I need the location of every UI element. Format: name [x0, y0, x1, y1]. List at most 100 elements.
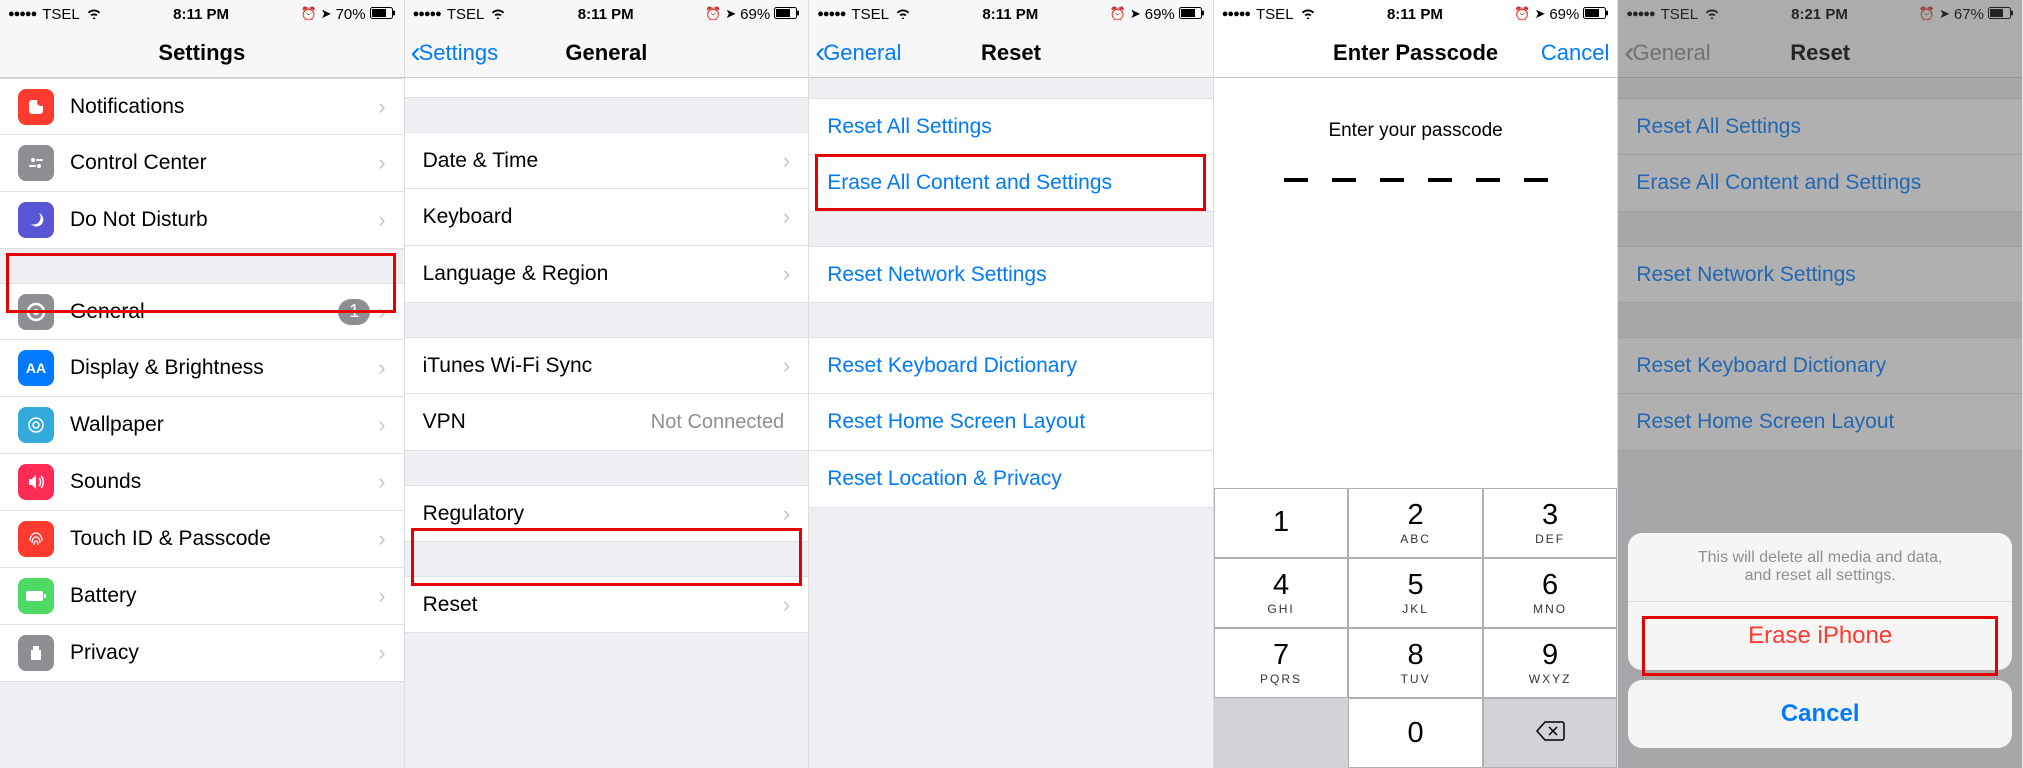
battery-icon — [1583, 6, 1609, 23]
battery-icon — [370, 6, 396, 23]
key-6[interactable]: 6MNO — [1483, 558, 1618, 628]
row-restrictions-partial[interactable] — [405, 78, 809, 98]
row-do-not-disturb[interactable]: Do Not Disturb › — [0, 192, 404, 249]
battery-icon — [774, 6, 800, 23]
row-general[interactable]: General 1 › — [0, 283, 404, 340]
row-reset[interactable]: Reset › — [405, 576, 809, 633]
chevron-right-icon: › — [783, 261, 790, 287]
location-icon: ➤ — [321, 6, 332, 22]
row-label: Erase All Content and Settings — [827, 171, 1195, 195]
row-itunes-wifi-sync[interactable]: iTunes Wi-Fi Sync › — [405, 337, 809, 394]
key-backspace[interactable] — [1483, 698, 1618, 768]
key-4[interactable]: 4GHI — [1214, 558, 1349, 628]
status-bar: ●●●●● TSEL 8:11 PM ⏰ ➤ 70% — [0, 0, 404, 28]
location-icon: ➤ — [725, 6, 736, 22]
location-icon: ➤ — [1130, 6, 1141, 22]
alarm-icon: ⏰ — [1110, 6, 1126, 22]
touchid-icon — [18, 521, 54, 557]
row-label: VPN — [423, 410, 651, 434]
row-language-region[interactable]: Language & Region › — [405, 246, 809, 303]
chevron-right-icon: › — [378, 94, 385, 120]
row-label: Touch ID & Passcode — [70, 527, 378, 551]
erase-iphone-button[interactable]: Erase iPhone — [1628, 602, 2012, 670]
status-time: 8:11 PM — [982, 6, 1038, 23]
screen-settings: ●●●●● TSEL 8:11 PM ⏰ ➤ 70% Settings Noti… — [0, 0, 405, 768]
back-button[interactable]: ‹ Settings — [405, 38, 499, 68]
row-keyboard[interactable]: Keyboard › — [405, 189, 809, 246]
passcode-dashes — [1214, 178, 1618, 182]
battery-label: 69% — [1549, 6, 1579, 23]
key-5[interactable]: 5JKL — [1348, 558, 1483, 628]
wifi-icon — [1300, 6, 1316, 22]
nav-title: Settings — [158, 40, 245, 66]
row-label: Keyboard — [423, 205, 783, 229]
carrier-label: TSEL — [42, 6, 80, 23]
wifi-icon — [86, 6, 102, 22]
row-label: Notifications — [70, 95, 378, 119]
row-regulatory[interactable]: Regulatory › — [405, 485, 809, 542]
badge: 1 — [338, 299, 370, 325]
row-display-brightness[interactable]: AA Display & Brightness › — [0, 340, 404, 397]
key-3[interactable]: 3DEF — [1483, 488, 1618, 558]
row-label: Language & Region — [423, 262, 783, 286]
row-vpn[interactable]: VPN Not Connected — [405, 394, 809, 451]
nav-title: General — [565, 40, 647, 66]
row-wallpaper[interactable]: Wallpaper › — [0, 397, 404, 454]
control-center-icon — [18, 145, 54, 181]
battery-label: 70% — [336, 6, 366, 23]
location-icon: ➤ — [1534, 6, 1545, 22]
cancel-button[interactable]: Cancel — [1541, 40, 1609, 66]
row-label: Reset All Settings — [827, 115, 1195, 139]
nav-title: Reset — [981, 40, 1041, 66]
signal-dots-icon: ●●●●● — [413, 8, 441, 20]
row-reset-network[interactable]: Reset Network Settings — [809, 246, 1213, 303]
row-battery[interactable]: Battery › — [0, 568, 404, 625]
key-8[interactable]: 8TUV — [1348, 628, 1483, 698]
key-2[interactable]: 2ABC — [1348, 488, 1483, 558]
status-bar: ●●●●● TSEL 8:11 PM ⏰ ➤ 69% — [809, 0, 1213, 28]
chevron-right-icon: › — [783, 501, 790, 527]
row-label: Date & Time — [423, 149, 783, 173]
key-7[interactable]: 7PQRS — [1214, 628, 1349, 698]
alarm-icon: ⏰ — [1514, 6, 1530, 22]
chevron-right-icon: › — [783, 148, 790, 174]
row-privacy[interactable]: Privacy › — [0, 625, 404, 682]
row-reset-all-settings[interactable]: Reset All Settings — [809, 98, 1213, 155]
back-button[interactable]: ‹ General — [809, 38, 901, 68]
row-label: Reset Location & Privacy — [827, 467, 1195, 491]
key-0[interactable]: 0 — [1348, 698, 1483, 768]
row-notifications[interactable]: Notifications › — [0, 78, 404, 135]
nav-bar: ‹ Settings General — [405, 28, 809, 78]
key-1[interactable]: 1 — [1214, 488, 1349, 558]
chevron-right-icon: › — [783, 353, 790, 379]
backspace-icon — [1535, 720, 1565, 747]
row-sounds[interactable]: Sounds › — [0, 454, 404, 511]
row-reset-home-screen[interactable]: Reset Home Screen Layout — [809, 394, 1213, 451]
row-label: Battery — [70, 584, 378, 608]
chevron-right-icon: › — [783, 592, 790, 618]
chevron-right-icon: › — [378, 640, 385, 666]
row-control-center[interactable]: Control Center › — [0, 135, 404, 192]
battery-icon — [18, 578, 54, 614]
wallpaper-icon — [18, 407, 54, 443]
privacy-icon — [18, 635, 54, 671]
chevron-right-icon: › — [378, 526, 385, 552]
nav-bar: ‹ General Reset — [809, 28, 1213, 78]
row-reset-keyboard-dict[interactable]: Reset Keyboard Dictionary — [809, 337, 1213, 394]
row-date-time[interactable]: Date & Time › — [405, 132, 809, 189]
screen-reset: ●●●●● TSEL 8:11 PM ⏰ ➤ 69% ‹ General Res… — [809, 0, 1214, 768]
action-sheet-message: This will delete all media and data, and… — [1628, 533, 2012, 602]
gear-icon — [18, 294, 54, 330]
key-9[interactable]: 9WXYZ — [1483, 628, 1618, 698]
row-touchid[interactable]: Touch ID & Passcode › — [0, 511, 404, 568]
chevron-right-icon: › — [378, 412, 385, 438]
row-label: Reset Keyboard Dictionary — [827, 354, 1195, 378]
cancel-button[interactable]: Cancel — [1628, 680, 2012, 748]
passcode-prompt: Enter your passcode — [1214, 120, 1618, 142]
signal-dots-icon: ●●●●● — [817, 8, 845, 20]
chevron-right-icon: › — [378, 207, 385, 233]
row-label: Reset Home Screen Layout — [827, 410, 1195, 434]
row-reset-location-privacy[interactable]: Reset Location & Privacy — [809, 451, 1213, 508]
row-erase-all-content[interactable]: Erase All Content and Settings — [809, 155, 1213, 212]
dnd-icon — [18, 202, 54, 238]
